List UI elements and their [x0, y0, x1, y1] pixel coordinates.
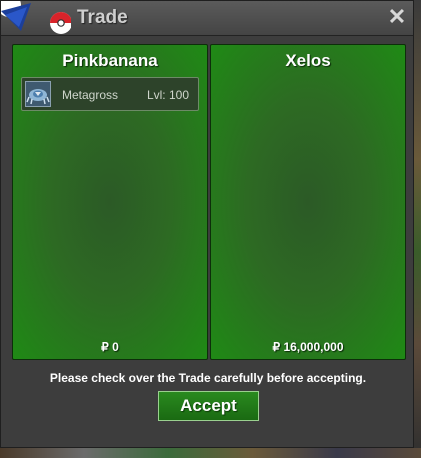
close-icon[interactable]: ✕: [386, 6, 408, 28]
title-bar[interactable]: Trade ✕: [1, 1, 413, 36]
trade-panel-right: Xelos ₽ 16,000,000: [210, 44, 406, 360]
trade-panel-left: Pinkbanana Metagross Lvl: 100 ₽ 0: [12, 44, 208, 360]
pokeball-emblem-icon: [1, 1, 71, 35]
money-offer-right: ₽ 16,000,000: [272, 340, 344, 354]
player-name-right: Xelos: [285, 51, 331, 70]
metagross-icon: [25, 81, 51, 107]
game-background-bottom: [0, 448, 421, 458]
player-name-left: Pinkbanana: [62, 51, 158, 70]
game-background-right: [414, 0, 421, 458]
window-title: Trade: [77, 7, 128, 28]
money-offer-left: ₽ 0: [101, 340, 119, 354]
item-level: Lvl: 100: [146, 88, 189, 102]
trade-window: Trade ✕ Pinkbanana Metagross Lvl: 100 ₽ …: [0, 0, 414, 448]
accept-button[interactable]: Accept: [158, 391, 259, 421]
trade-notice: Please check over the Trade carefully be…: [49, 371, 367, 385]
trade-item-row[interactable]: Metagross Lvl: 100: [21, 77, 199, 111]
item-name: Metagross: [62, 88, 119, 102]
